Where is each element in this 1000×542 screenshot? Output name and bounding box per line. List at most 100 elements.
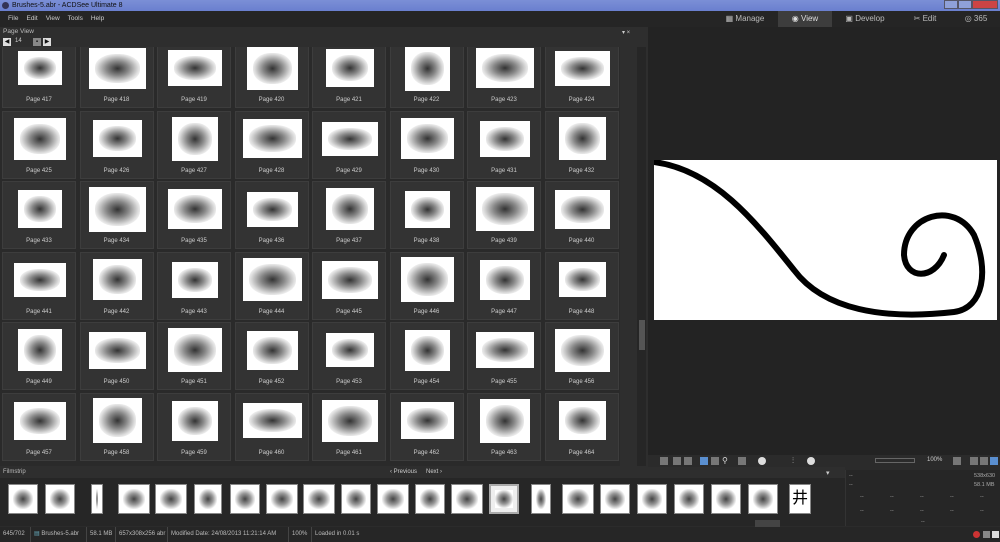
actual-size-icon[interactable] [970,457,978,465]
page-thumbnail[interactable]: Page 444 [234,251,309,320]
menu-view[interactable]: View [46,11,60,27]
fit-icon[interactable] [738,457,746,465]
page-thumbnail[interactable]: Page 455 [467,322,541,390]
page-thumbnail[interactable]: Page 432 [544,110,619,179]
filmstrip-thumbnail[interactable] [531,484,551,514]
page-thumbnail[interactable]: Page 451 [157,322,231,390]
adjust-icon[interactable]: ⫶ [792,457,800,465]
filmstrip-thumbnail[interactable] [155,484,187,514]
filmstrip-thumbnail[interactable] [711,484,741,514]
mode-view[interactable]: ◉ View [778,11,832,27]
filmstrip-thumbnail[interactable] [91,484,103,514]
filmstrip-scrollbar[interactable] [755,520,780,527]
page-thumbnail[interactable]: Page 418 [79,47,154,108]
filmstrip-thumbnail[interactable] [45,484,75,514]
page-thumbnail[interactable]: Page 436 [234,181,309,249]
page-thumbnail[interactable]: Page 462 [389,392,464,461]
page-thumbnail[interactable]: Page 431 [467,110,541,179]
page-thumbnail[interactable]: Page 460 [234,392,309,461]
page-thumbnail[interactable]: Page 426 [79,110,154,179]
filmstrip-menu-icon[interactable]: ▾ [826,469,830,477]
mode-365[interactable]: ◎ 365 [952,11,1000,27]
rotate-right-icon[interactable] [684,457,692,465]
pin-icon[interactable]: ▾ × [622,29,630,36]
stop-icon[interactable] [973,531,980,538]
page-thumbnail[interactable]: Page 439 [467,181,541,249]
page-thumbnail[interactable]: Page 448 [544,251,619,320]
page-thumbnail[interactable]: Page 440 [544,181,619,249]
filmstrip-thumbnail[interactable]: 井 [789,484,811,514]
page-thumbnail[interactable]: Page 420 [234,47,309,108]
maximize-button[interactable] [958,0,972,9]
page-spin-button[interactable]: ▪ [33,38,41,46]
filmstrip-thumbnail[interactable] [748,484,778,514]
page-thumbnail[interactable]: Page 458 [79,392,154,461]
page-thumbnail[interactable]: Page 442 [79,251,154,320]
menu-tools[interactable]: Tools [68,11,83,27]
page-thumbnail[interactable]: Page 428 [234,110,309,179]
page-thumbnail[interactable]: Page 438 [389,181,464,249]
filmstrip-thumbnail[interactable] [341,484,371,514]
mode-develop[interactable]: ▣ Develop [832,11,898,27]
page-thumbnail[interactable]: Page 423 [467,47,541,108]
minimize-button[interactable] [944,0,958,9]
page-thumbnail[interactable]: Page 429 [312,110,386,179]
page-thumbnail[interactable]: Page 450 [79,322,154,390]
page-number-field[interactable]: 14 [15,38,22,44]
vertical-scrollbar[interactable] [637,47,646,466]
page-thumbnail[interactable]: Page 443 [157,251,231,320]
filmstrip-thumbnail[interactable] [489,484,519,514]
exposure-icon[interactable] [807,457,815,465]
menu-help[interactable]: Help [91,11,104,27]
page-thumbnail[interactable]: Page 456 [544,322,619,390]
page-thumbnail[interactable]: Page 445 [312,251,386,320]
page-thumbnail[interactable]: Page 441 [2,251,76,320]
mode-manage[interactable]: ▦ Manage [712,11,778,27]
close-button[interactable] [972,0,998,9]
filmstrip-thumbnail[interactable] [230,484,260,514]
page-thumbnail[interactable]: Page 454 [389,322,464,390]
pause-icon[interactable] [980,457,988,465]
filmstrip-thumbnail[interactable] [600,484,630,514]
page-thumbnail[interactable]: Page 421 [312,47,386,108]
filmstrip-thumbnail[interactable] [377,484,409,514]
page-thumbnail[interactable]: Page 453 [312,322,386,390]
page-thumbnail[interactable]: Page 452 [234,322,309,390]
filmstrip-thumbnail[interactable] [562,484,594,514]
prev-page-button[interactable]: ◀ [3,38,11,46]
page-thumbnail[interactable]: Page 417 [2,47,76,108]
thumbnail-icon[interactable] [660,457,668,465]
next-page-button[interactable]: ▶ [43,38,51,46]
rotate-left-icon[interactable] [673,457,681,465]
edit-icon[interactable] [992,531,999,538]
filmstrip-thumbnail[interactable] [415,484,445,514]
hand-tool-icon[interactable] [700,457,708,465]
filmstrip-thumbnail[interactable] [674,484,704,514]
zoom-level[interactable]: 100% [927,457,942,463]
page-thumbnail[interactable]: Page 419 [157,47,231,108]
page-thumbnail[interactable]: Page 459 [157,392,231,461]
filmstrip-thumbnail[interactable] [266,484,298,514]
filmstrip-thumbnail[interactable] [637,484,667,514]
next-button[interactable]: Next › [426,469,442,475]
page-thumbnail[interactable]: Page 457 [2,392,76,461]
select-tool-icon[interactable] [711,457,719,465]
page-thumbnail[interactable]: Page 446 [389,251,464,320]
filmstrip-thumbnail[interactable] [194,484,222,514]
page-thumbnail[interactable]: Page 449 [2,322,76,390]
brush-image[interactable] [651,159,997,320]
zoom-dropdown[interactable] [953,457,961,465]
page-thumbnail[interactable]: Page 464 [544,392,619,461]
zoom-slider[interactable] [875,458,915,463]
page-thumbnail[interactable]: Page 422 [389,47,464,108]
scrollbar-thumb[interactable] [639,320,645,350]
color-icon[interactable] [758,457,766,465]
page-thumbnail[interactable]: Page 427 [157,110,231,179]
mode-edit[interactable]: ✂ Edit [898,11,952,27]
filmstrip-thumbnail[interactable] [118,484,150,514]
previous-button[interactable]: ‹ Previous [390,469,417,475]
page-thumbnail[interactable]: Page 447 [467,251,541,320]
page-thumbnail[interactable]: Page 463 [467,392,541,461]
page-thumbnail[interactable]: Page 435 [157,181,231,249]
filmstrip-thumbnail[interactable] [303,484,335,514]
